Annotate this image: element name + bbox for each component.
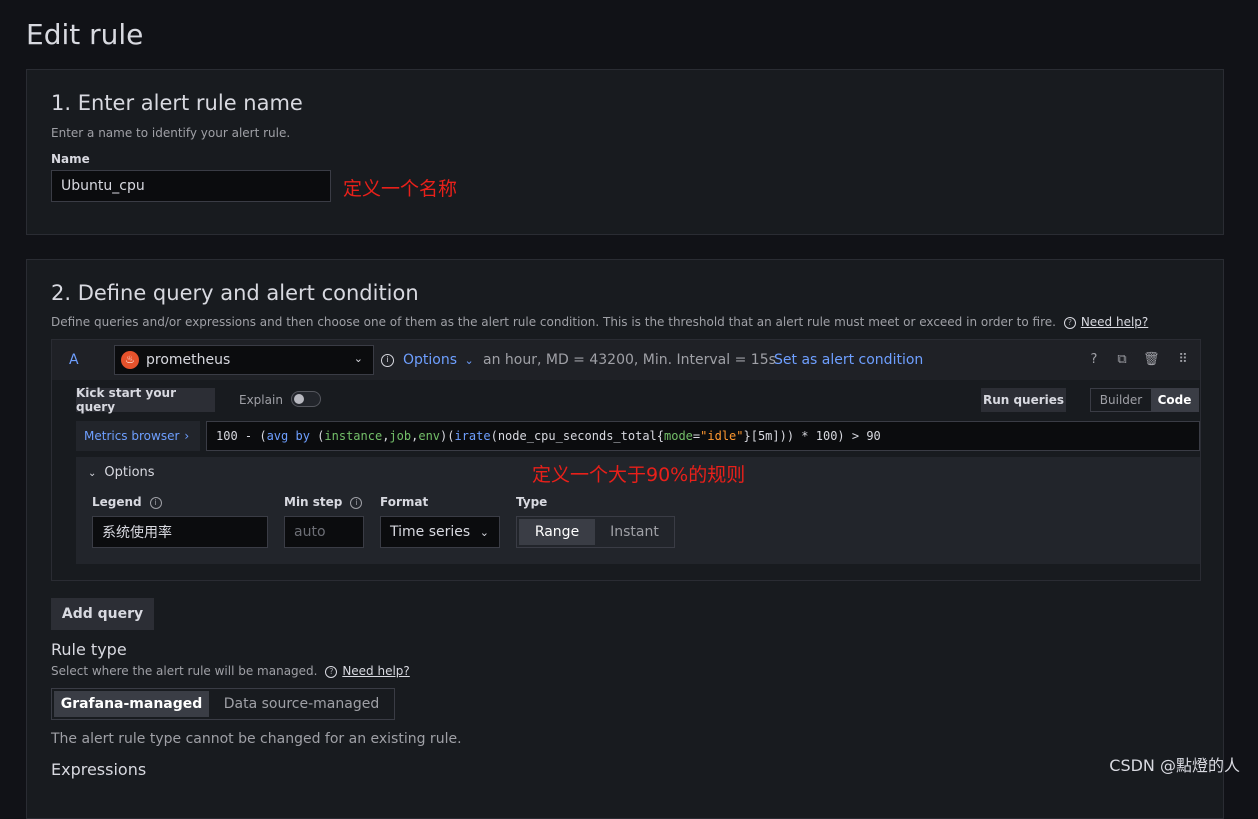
- drag-handle-icon[interactable]: ⠿: [1176, 353, 1190, 367]
- section-description-text: Define queries and/or expressions and th…: [51, 315, 1056, 329]
- expr-token: ,: [382, 429, 390, 443]
- expr-token: job: [389, 429, 412, 443]
- legend-label-text: Legend: [92, 495, 142, 509]
- info-icon: i: [381, 354, 394, 367]
- section-description: Define queries and/or expressions and th…: [51, 315, 1148, 329]
- code-mode-tab[interactable]: Code: [1151, 389, 1198, 411]
- name-annotation: 定义一个名称: [343, 178, 458, 200]
- metrics-browser-label: Metrics browser: [84, 429, 180, 443]
- section-description: Enter a name to identify your alert rule…: [51, 126, 291, 140]
- expr-token: avg by: [266, 429, 310, 443]
- watermark: CSDN @點燈的人: [1109, 756, 1240, 775]
- expr-token: env: [418, 429, 441, 443]
- chevron-down-icon: ⌄: [88, 468, 97, 479]
- legend-input[interactable]: 系统使用率: [92, 516, 268, 548]
- options-summary: an hour, MD = 43200, Min. Interval = 15s: [483, 352, 776, 368]
- info-icon: i: [350, 497, 363, 509]
- legend-label: Legend i: [92, 495, 167, 509]
- query-editor: A ♨ prometheus ⌄ i Options ⌄ an hour, MD…: [51, 339, 1201, 581]
- need-help-link[interactable]: Need help?: [342, 664, 409, 678]
- builder-mode-tab[interactable]: Builder: [1091, 389, 1151, 411]
- trash-icon[interactable]: 🗑: [1143, 353, 1160, 367]
- options-title: Options: [104, 465, 155, 480]
- min-step-input[interactable]: auto: [284, 516, 364, 548]
- name-label: Name: [51, 152, 90, 166]
- expr-token: =: [692, 429, 701, 443]
- chevron-down-icon: ⌄: [464, 354, 474, 367]
- run-queries-button[interactable]: Run queries: [981, 388, 1066, 412]
- chevron-down-icon: ⌄: [353, 352, 363, 365]
- expr-token: instance: [324, 429, 383, 443]
- query-options-toggle[interactable]: Options ⌄: [403, 352, 474, 368]
- expressions-title: Expressions: [51, 760, 147, 779]
- prometheus-logo-icon: ♨: [121, 351, 139, 369]
- info-icon: i: [149, 497, 162, 509]
- expr-token: )(: [440, 429, 455, 443]
- rule-type-description: Select where the alert rule will be mana…: [51, 664, 410, 678]
- format-value: Time series: [390, 524, 471, 540]
- datasource-managed-tab[interactable]: Data source-managed: [209, 689, 394, 719]
- expr-token: (: [309, 429, 325, 443]
- editor-mode-switch: Builder Code: [1090, 388, 1199, 412]
- expr-token: mode: [664, 429, 693, 443]
- query-type-switch: Range Instant: [516, 516, 675, 548]
- min-step-label: Min step i: [284, 495, 367, 509]
- range-type-tab[interactable]: Range: [519, 519, 595, 545]
- expr-token: 100 - (: [216, 429, 267, 443]
- format-select[interactable]: Time series ⌄: [380, 516, 500, 548]
- rule-type-title: Rule type: [51, 640, 127, 659]
- explain-toggle[interactable]: [291, 391, 321, 407]
- query-expression-input[interactable]: 100 - (avg by (instance, job, env)(irate (n…: [206, 421, 1200, 451]
- type-label: Type: [516, 495, 548, 509]
- section-title: 1. Enter alert rule name: [51, 91, 303, 115]
- query-header: A ♨ prometheus ⌄ i Options ⌄ an hour, MD…: [52, 340, 1200, 380]
- set-alert-condition-button[interactable]: Set as alert condition: [774, 352, 923, 368]
- add-query-button[interactable]: Add query: [51, 598, 154, 630]
- chevron-down-icon: ⌄: [479, 525, 489, 539]
- rule-type-switch: Grafana-managed Data source-managed: [51, 688, 395, 720]
- expr-token: }[5m])) * 100) > 90: [743, 429, 881, 443]
- rule-type-note: The alert rule type cannot be changed fo…: [51, 731, 462, 747]
- expr-token: irate: [454, 429, 491, 443]
- options-collapse-toggle[interactable]: ⌄ Options: [88, 465, 155, 480]
- metrics-browser-button[interactable]: Metrics browser ›: [76, 421, 200, 451]
- expr-token: (node_cpu_seconds_total{: [490, 429, 664, 443]
- min-step-label-text: Min step: [284, 495, 343, 509]
- options-label: Options: [403, 352, 458, 368]
- expr-token: "idle": [700, 429, 744, 443]
- format-label: Format: [380, 495, 429, 509]
- explain-label: Explain: [239, 393, 283, 407]
- query-ref-id[interactable]: A: [69, 352, 79, 368]
- section-title: 2. Define query and alert condition: [51, 281, 419, 305]
- rule-type-description-text: Select where the alert rule will be mana…: [51, 664, 318, 678]
- datasource-picker[interactable]: ♨ prometheus ⌄: [114, 345, 374, 375]
- grafana-managed-tab[interactable]: Grafana-managed: [54, 691, 209, 717]
- need-help-link[interactable]: Need help?: [1081, 315, 1148, 329]
- duplicate-icon[interactable]: ⧉: [1115, 353, 1129, 367]
- query-annotation: 定义一个大于90%的规则: [532, 464, 746, 486]
- query-section: 2. Define query and alert condition Defi…: [26, 259, 1224, 819]
- help-icon[interactable]: ?: [1087, 353, 1101, 367]
- name-input[interactable]: Ubuntu_cpu: [51, 170, 331, 202]
- chevron-right-icon: ›: [184, 429, 190, 443]
- datasource-name: prometheus: [146, 352, 231, 368]
- expr-token: ,: [411, 429, 419, 443]
- help-icon: ?: [1063, 317, 1076, 329]
- instant-type-tab[interactable]: Instant: [595, 517, 674, 547]
- page-title: Edit rule: [26, 18, 144, 51]
- kick-start-button[interactable]: Kick start your query: [76, 386, 215, 414]
- help-icon: ?: [325, 666, 338, 678]
- alert-name-section: 1. Enter alert rule name Enter a name to…: [26, 69, 1224, 235]
